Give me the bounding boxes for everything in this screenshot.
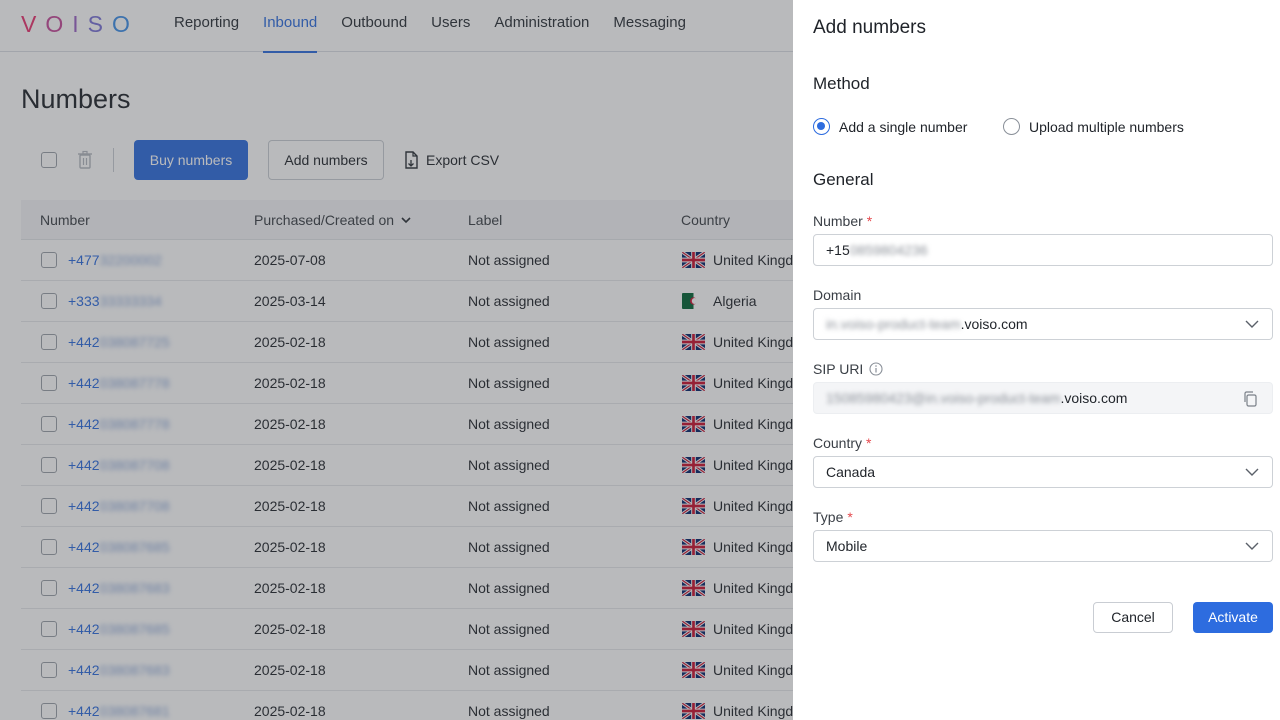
- domain-label-text: Domain: [813, 287, 862, 303]
- required-mark: *: [866, 213, 873, 229]
- radio-button-selected[interactable]: [813, 118, 830, 135]
- sip-uri-label-text: SIP URI: [813, 361, 864, 377]
- number-input-prefix: +15: [826, 242, 850, 258]
- sip-uri-label: SIP URI: [813, 361, 883, 377]
- radio-label: Add a single number: [839, 118, 968, 135]
- activate-button[interactable]: Activate: [1193, 602, 1273, 633]
- radio-button[interactable]: [1003, 118, 1020, 135]
- country-label: Country *: [813, 435, 871, 451]
- type-label-text: Type: [813, 509, 844, 525]
- country-value: Canada: [826, 464, 876, 480]
- number-label: Number *: [813, 213, 872, 229]
- domain-select[interactable]: in.voiso-product-team.voiso.com: [813, 308, 1273, 340]
- domain-label: Domain: [813, 287, 861, 303]
- add-numbers-drawer: Add numbers Method Add a single number U…: [793, 0, 1280, 720]
- sip-uri-field: 15085980423@in.voiso-product-team.voiso.…: [813, 382, 1273, 414]
- radio-label: Upload multiple numbers: [1029, 118, 1184, 135]
- drawer-title: Add numbers: [813, 17, 927, 38]
- required-mark: *: [847, 509, 853, 525]
- radio-add-single-number[interactable]: Add a single number: [813, 118, 967, 135]
- number-input-redacted: 0859804236: [849, 242, 928, 258]
- method-heading: Method: [813, 74, 870, 93]
- copy-icon[interactable]: [1243, 391, 1258, 407]
- required-mark: *: [866, 435, 872, 451]
- country-select[interactable]: Canada: [813, 456, 1273, 488]
- domain-suffix: .voiso.com: [960, 316, 1028, 332]
- domain-redacted: in.voiso-product-team: [826, 316, 961, 332]
- type-value: Mobile: [826, 538, 868, 554]
- sip-uri-redacted: 15085980423@in.voiso-product-team: [826, 390, 1061, 406]
- type-select[interactable]: Mobile: [813, 530, 1273, 562]
- type-label: Type *: [813, 509, 853, 525]
- radio-upload-multiple-numbers[interactable]: Upload multiple numbers: [1003, 118, 1184, 135]
- chevron-down-icon: [1245, 320, 1259, 328]
- general-heading: General: [813, 170, 874, 189]
- info-icon[interactable]: [869, 362, 883, 376]
- sip-uri-suffix: .voiso.com: [1060, 390, 1128, 406]
- chevron-down-icon: [1245, 468, 1259, 476]
- cancel-button[interactable]: Cancel: [1093, 602, 1173, 633]
- number-label-text: Number: [813, 213, 863, 229]
- chevron-down-icon: [1245, 542, 1259, 550]
- number-input[interactable]: +150859804236: [813, 234, 1273, 266]
- country-label-text: Country: [813, 435, 863, 451]
